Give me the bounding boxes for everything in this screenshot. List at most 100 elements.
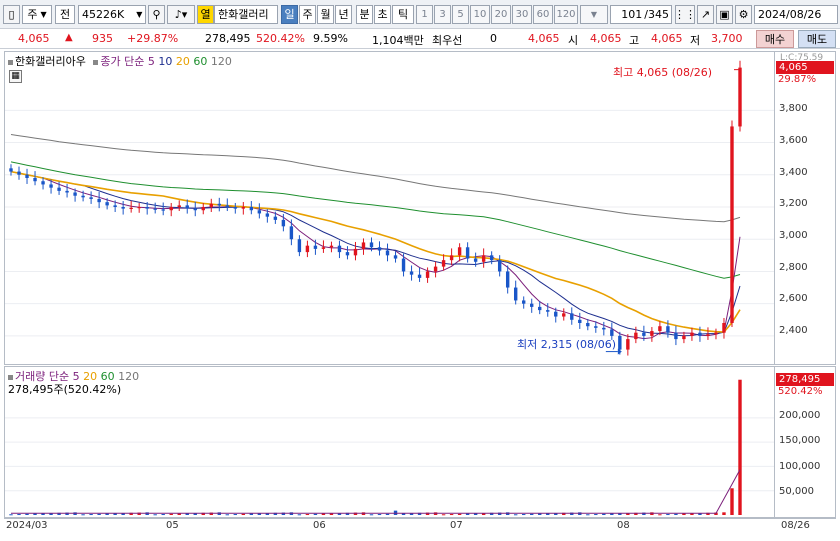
price-chart[interactable] (5, 52, 775, 364)
candle-body (25, 174, 29, 178)
candle-body (57, 187, 61, 191)
candle-body (129, 207, 133, 210)
period-day[interactable]: 일 (281, 5, 298, 24)
stock-code-input[interactable]: 45226K ▼ (78, 5, 146, 24)
candle-body (722, 323, 726, 333)
legend-square-icon (93, 59, 99, 65)
period-minute[interactable]: 분 (356, 5, 373, 24)
ma-legend-60: 60 (193, 55, 208, 68)
market-select[interactable]: 전 (55, 5, 75, 24)
vol-tick-50000: 50,000 (779, 486, 814, 497)
period-tick[interactable]: 틱 (392, 5, 414, 24)
low-annotation: 최저 2,315 (08/06) (517, 338, 617, 351)
candle-body (49, 184, 53, 188)
candle-body (369, 242, 374, 248)
candle-body (329, 245, 334, 248)
search-icon[interactable]: ⚲ (148, 5, 165, 24)
interval-20[interactable]: 20 (491, 5, 511, 24)
interval-10[interactable]: 10 (470, 5, 490, 24)
volume-bar (225, 514, 229, 516)
candle-body (185, 205, 189, 209)
y-tick-3600: 3,600 (779, 135, 808, 146)
x-label-jul: 07 (450, 520, 463, 531)
market-mode-select[interactable]: 주 ▼ (22, 5, 52, 24)
volume-ma-line (11, 469, 741, 514)
price-legend: 한화갤러리아우 종가 단순 5 10 20 60 120 (8, 53, 232, 69)
interval-30[interactable]: 30 (512, 5, 532, 24)
candle-body (145, 207, 149, 209)
count-total: /345 (644, 8, 669, 21)
volume-bar (385, 513, 390, 515)
volume-bar (17, 514, 21, 516)
candle-body (730, 126, 734, 323)
candle-body (17, 171, 21, 175)
date-field[interactable]: 2024/08/26 (754, 5, 838, 24)
low-label: 저 (690, 34, 701, 47)
last-price-pct: 29.87% (778, 74, 817, 85)
candle-body (121, 207, 125, 209)
ma-line-5 (10, 171, 741, 340)
high-annotation: 최고 4,065 (08/26) (613, 66, 713, 79)
candle-body (473, 258, 478, 262)
period-year[interactable]: 년 (335, 5, 352, 24)
grid-icon[interactable]: ⋮⋮ (675, 5, 695, 24)
sell-button[interactable]: 매도 (798, 30, 836, 48)
vol-tick-200000: 200,000 (779, 410, 821, 421)
volume-bar (602, 513, 606, 515)
volume-bar (81, 514, 85, 516)
interval-120[interactable]: 120 (554, 5, 578, 24)
candle-body (81, 195, 85, 198)
last-volume-tag: 278,495 (776, 373, 834, 386)
candle-body (658, 326, 662, 332)
volume-bar (441, 514, 446, 516)
candle-body (193, 208, 197, 211)
hts-chart-window: ▯ 주 ▼ 전 45226K ▼ ⚲ ♪▾ 열 한화갤러리 일 주 월 년 분 초 … (0, 0, 840, 541)
x-label-start: 2024/03 (6, 520, 48, 531)
count-value: 101 (621, 8, 643, 21)
interval-5[interactable]: 5 (452, 5, 469, 24)
table-icon[interactable]: ▦ (9, 70, 22, 83)
period-second[interactable]: 초 (374, 5, 391, 24)
x-label-jun: 06 (313, 520, 326, 531)
chart-type-icon[interactable]: ▯ (3, 5, 20, 24)
gear-icon[interactable]: ⚙ (735, 5, 752, 24)
image-icon[interactable]: ▣ (716, 5, 733, 24)
interval-1[interactable]: 1 (416, 5, 433, 24)
volume-bar (297, 514, 302, 516)
count-field[interactable]: 101/345 (610, 5, 672, 24)
candle-body (97, 198, 101, 203)
interval-dropdown[interactable]: ▼ (580, 5, 608, 24)
volume-bar (233, 514, 238, 516)
interval-60[interactable]: 60 (533, 5, 553, 24)
candle-body (65, 190, 69, 193)
interval-3[interactable]: 3 (434, 5, 451, 24)
candle-body (249, 207, 254, 211)
toolbar: ▯ 주 ▼ 전 45226K ▼ ⚲ ♪▾ 열 한화갤러리 일 주 월 년 분 초 … (0, 0, 840, 29)
stock-code-value: 45226K (82, 8, 125, 21)
candle-body (610, 329, 614, 336)
candle-body (465, 247, 470, 259)
price-axis-divider (774, 52, 775, 364)
volume-bar (522, 514, 526, 516)
candle-body (377, 247, 382, 251)
candle-body (562, 313, 566, 317)
buy-button[interactable]: 매수 (756, 30, 794, 48)
candle-body (137, 207, 141, 209)
candle-body (409, 271, 414, 275)
y-tick-2400: 2,400 (779, 325, 808, 336)
candle-body (313, 245, 318, 249)
market-mode-label: 주 (27, 8, 38, 21)
period-month[interactable]: 월 (317, 5, 334, 24)
candle-body (177, 205, 181, 207)
volume-bar (722, 512, 726, 515)
draw-icon[interactable]: ↗ (697, 5, 714, 24)
volume-bar (241, 513, 246, 515)
candle-body (337, 245, 342, 253)
period-week[interactable]: 주 (299, 5, 316, 24)
candle-body (530, 303, 534, 307)
current-price: 4,065 (18, 32, 50, 45)
speaker-icon[interactable]: ♪▾ (167, 5, 195, 24)
candle-body (113, 205, 117, 207)
candle-body (682, 335, 686, 340)
candle-body (361, 242, 366, 249)
